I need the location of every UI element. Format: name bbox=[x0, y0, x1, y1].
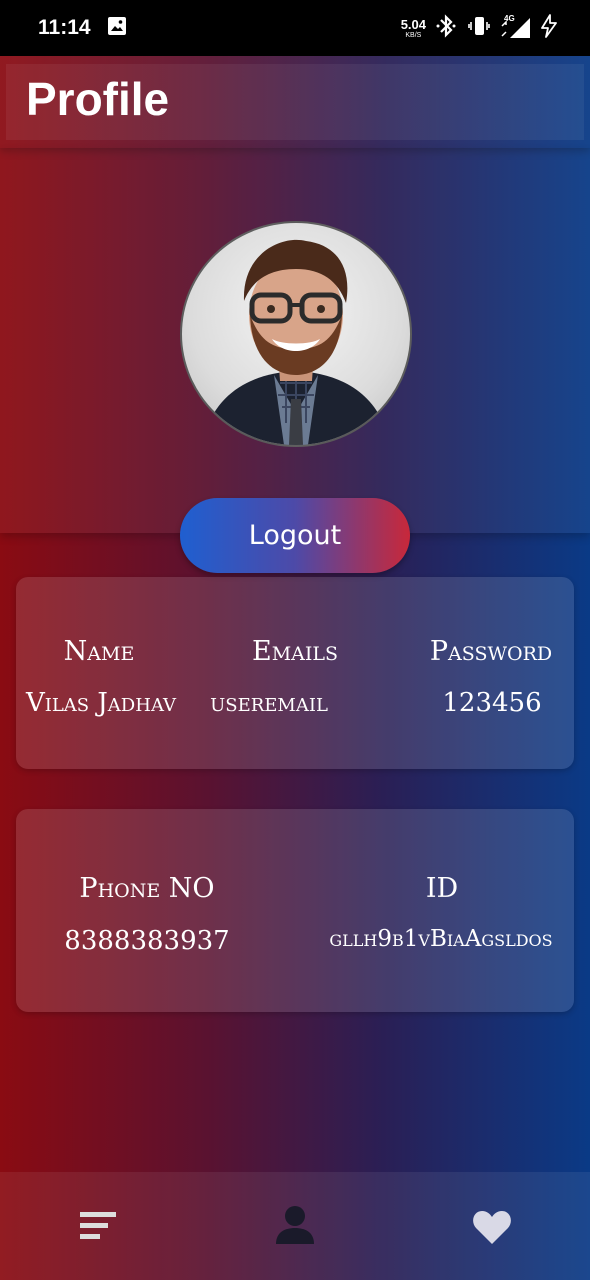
bottom-nav bbox=[0, 1172, 590, 1280]
phone-label: Phone NO bbox=[79, 873, 215, 904]
name-value: Vilas Jadhav bbox=[25, 688, 177, 718]
status-time: 11:14 bbox=[38, 16, 91, 39]
signal-icon: 4G bbox=[500, 14, 530, 40]
image-icon bbox=[107, 16, 127, 40]
vibrate-icon bbox=[468, 14, 490, 42]
net-speed-unit: KB/S bbox=[405, 31, 422, 39]
status-left: 11:14 bbox=[38, 16, 127, 40]
net-speed: 5.04 KB/S bbox=[401, 18, 426, 39]
password-label: Password bbox=[429, 636, 553, 667]
nav-profile-button[interactable] bbox=[275, 1204, 315, 1250]
info-card-account bbox=[16, 577, 574, 769]
bluetooth-icon bbox=[436, 14, 458, 42]
info-card-contact bbox=[16, 809, 574, 1012]
name-label: Name bbox=[63, 636, 135, 667]
id-value: gllh9b1vBiaAgsldos bbox=[329, 926, 553, 952]
email-value: useremail bbox=[210, 688, 328, 718]
heart-icon bbox=[473, 1211, 511, 1244]
net-speed-value: 5.04 bbox=[400, 16, 426, 32]
person-icon bbox=[276, 1206, 314, 1244]
emails-label: Emails bbox=[251, 636, 339, 667]
password-value: 123456 bbox=[442, 688, 542, 718]
logout-button[interactable]: Logout bbox=[180, 498, 410, 573]
avatar bbox=[180, 221, 412, 447]
status-right: 5.04 KB/S 4G bbox=[401, 14, 558, 42]
page-title: Profile bbox=[26, 73, 170, 125]
status-bar: 11:14 5.04 KB/S 4G bbox=[0, 0, 590, 56]
id-label: ID bbox=[425, 873, 459, 904]
nav-favorites-button[interactable] bbox=[472, 1210, 512, 1250]
nav-menu-button[interactable] bbox=[78, 1210, 118, 1246]
profile-photo bbox=[202, 239, 390, 445]
menu-icon bbox=[80, 1212, 116, 1239]
charging-icon bbox=[540, 14, 558, 42]
phone-value: 8388383937 bbox=[64, 926, 230, 956]
network-label: 4G bbox=[504, 14, 515, 23]
